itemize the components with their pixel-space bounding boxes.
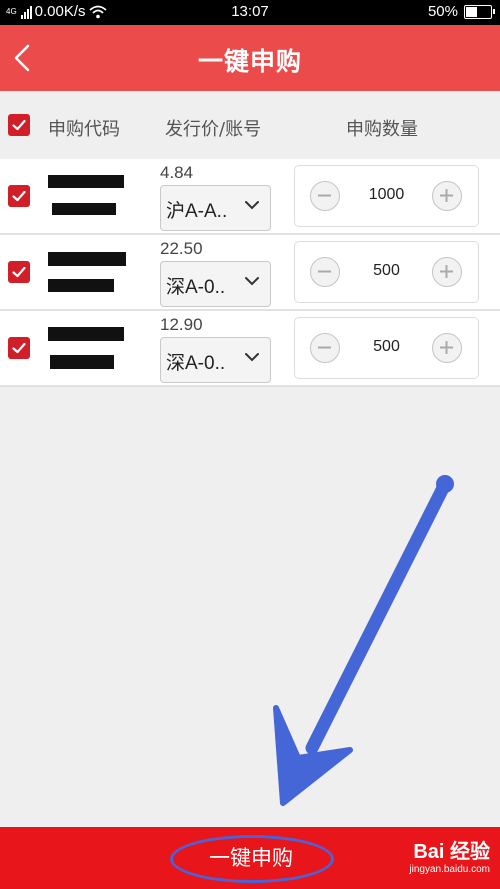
battery-fill (466, 6, 477, 17)
decrement-button[interactable] (310, 257, 340, 287)
annotation-ellipse (170, 835, 334, 883)
plus-icon (440, 341, 453, 354)
issue-price: 4.84 (160, 163, 194, 182)
clock: 13:07 (231, 3, 269, 20)
account-value: 沪A-A.. (166, 201, 228, 222)
battery-icon (464, 4, 495, 19)
column-header: 申购代码 发行价/账号 申购数量 (0, 91, 500, 159)
issue-price: 12.90 (160, 315, 203, 334)
select-all-checkbox[interactable] (8, 114, 30, 136)
app-header: 一键申购 (0, 25, 500, 91)
column-quantity: 申购数量 (346, 119, 418, 140)
status-right: 50% (427, 3, 495, 20)
redacted-stock-name (48, 327, 124, 341)
watermark-brand: Bai 经验 (413, 841, 490, 863)
bottom-bar: 一键申购 Bai 经验 jingyan.baidu.com (0, 827, 500, 889)
chevron-down-icon (245, 201, 259, 210)
column-price-account: 发行价/账号 (165, 119, 262, 140)
decrement-button[interactable] (310, 333, 340, 363)
increment-button[interactable] (432, 333, 462, 363)
redacted-stock-code (48, 279, 114, 292)
row-checkbox[interactable] (8, 337, 30, 359)
account-value: 深A-0.. (166, 353, 226, 374)
check-icon (12, 119, 26, 131)
redacted-stock-code (52, 203, 116, 215)
status-bar: 4G 0.00K/s 13:07 50% (0, 0, 500, 25)
page-title: 一键申购 (197, 47, 302, 76)
subscription-row: 4.84 沪A-A.. 1000 (0, 159, 500, 235)
check-icon (12, 342, 26, 354)
row-checkbox[interactable] (8, 185, 30, 207)
baidu-watermark: Bai 经验 jingyan.baidu.com (409, 835, 490, 875)
plus-icon (440, 189, 453, 202)
issue-price: 22.50 (160, 239, 203, 258)
chevron-down-icon (245, 277, 259, 286)
redacted-stock-name (48, 252, 126, 266)
redacted-stock-code (50, 355, 114, 369)
subscription-row: 12.90 深A-0.. 500 (0, 311, 500, 387)
decrement-button[interactable] (310, 181, 340, 211)
row-checkbox[interactable] (8, 261, 30, 283)
account-select[interactable]: 深A-0.. (160, 337, 271, 383)
quantity-value[interactable]: 500 (343, 338, 430, 356)
minus-icon (318, 346, 331, 349)
column-code: 申购代码 (48, 119, 120, 140)
increment-button[interactable] (432, 257, 462, 287)
increment-button[interactable] (432, 181, 462, 211)
quantity-stepper: 500 (294, 241, 479, 303)
quantity-value[interactable]: 1000 (343, 186, 430, 204)
quantity-stepper: 1000 (294, 165, 479, 227)
quantity-stepper: 500 (294, 317, 479, 379)
account-select[interactable]: 深A-0.. (160, 261, 271, 307)
account-value: 深A-0.. (166, 277, 226, 298)
battery-percent: 50% (427, 3, 458, 20)
submit-button[interactable]: 一键申购 (170, 835, 334, 883)
plus-icon (440, 265, 453, 278)
check-icon (12, 266, 26, 278)
chevron-down-icon (245, 353, 259, 362)
subscription-row: 22.50 深A-0.. 500 (0, 235, 500, 311)
minus-icon (318, 270, 331, 273)
quantity-value[interactable]: 500 (343, 262, 430, 280)
watermark-url: jingyan.baidu.com (409, 864, 490, 875)
check-icon (12, 190, 26, 202)
minus-icon (318, 194, 331, 197)
redacted-stock-name (48, 175, 124, 188)
account-select[interactable]: 沪A-A.. (160, 185, 271, 231)
